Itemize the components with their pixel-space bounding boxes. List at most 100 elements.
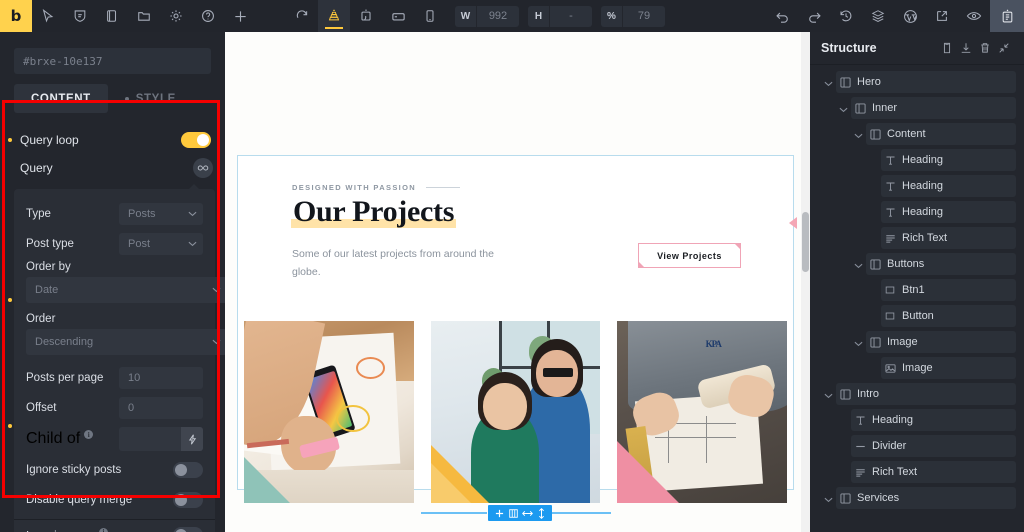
tab-style-label: STYLE (135, 92, 176, 105)
structure-item-btn1[interactable]: Btn1 (881, 279, 1016, 301)
element-id-field[interactable]: #brxe-10e137 (14, 48, 211, 74)
refresh-icon[interactable] (286, 0, 318, 32)
structure-item-heading[interactable]: Heading (881, 149, 1016, 171)
structure-item-rich-text[interactable]: Rich Text (881, 227, 1016, 249)
history-icon[interactable] (830, 0, 862, 32)
structure-item-image[interactable]: Image (866, 331, 1016, 353)
help-icon[interactable] (192, 0, 224, 32)
lightning-icon[interactable] (181, 427, 203, 451)
structure-item-heading[interactable]: Heading (881, 201, 1016, 223)
query-loop-row: Query loop (0, 125, 225, 155)
pages-icon[interactable] (96, 0, 128, 32)
structure-item-divider[interactable]: Divider (851, 435, 1016, 457)
field-is-main-query-toggle[interactable] (173, 527, 203, 532)
theme-icon[interactable] (64, 0, 96, 32)
zoom-field[interactable]: % 79 (601, 5, 665, 27)
app-logo[interactable]: b (0, 0, 32, 32)
field-child-of-value[interactable] (119, 427, 181, 451)
field-child-of-input[interactable] (119, 427, 203, 451)
structure-item-intro[interactable]: Intro (836, 383, 1016, 405)
chevron-down-icon[interactable] (850, 133, 866, 139)
view-projects-button[interactable]: View Projects (638, 243, 741, 268)
field-order-select[interactable]: Descending (26, 329, 225, 355)
undo-icon[interactable] (766, 0, 798, 32)
toolbar-right-tools (766, 0, 1024, 32)
structure-item-heading[interactable]: Heading (851, 409, 1016, 431)
field-ignore-sticky-toggle[interactable] (173, 462, 203, 478)
move-horizontal-icon[interactable] (520, 506, 534, 520)
width-value[interactable]: 992 (477, 6, 519, 27)
hero-subtext[interactable]: Some of our latest projects from around … (292, 245, 507, 282)
query-loop-toggle[interactable] (181, 132, 211, 148)
field-disable-merge-toggle[interactable] (173, 492, 203, 508)
chevron-down-icon[interactable] (850, 263, 866, 269)
chevron-down-icon[interactable] (820, 497, 836, 503)
wordpress-icon[interactable] (894, 0, 926, 32)
layers-icon[interactable] (862, 0, 894, 32)
hero-section[interactable]: DESIGNED WITH PASSION Our Projects Some … (237, 155, 794, 503)
tab-content[interactable]: CONTENT (14, 84, 108, 113)
structure-tree: Hero Inner Content Heading Heading Heading Ric… (810, 65, 1024, 513)
redo-icon[interactable] (798, 0, 830, 32)
collapse-icon[interactable] (994, 39, 1013, 58)
tablet-icon[interactable] (382, 0, 414, 32)
add-element-icon[interactable] (492, 506, 506, 520)
structure-row: Intro (820, 383, 1024, 409)
structure-item-inner[interactable]: Inner (851, 97, 1016, 119)
desktop-icon[interactable] (318, 0, 350, 32)
top-toolbar: b W 992 H - % 79 (0, 0, 1024, 32)
field-offset-input[interactable]: 0 (119, 397, 203, 419)
chevron-down-icon (212, 284, 221, 296)
info-icon[interactable]: i (99, 527, 109, 532)
structure-item-label: Heading (872, 414, 913, 426)
mobile-icon[interactable] (414, 0, 446, 32)
canvas-scrollbar-thumb[interactable] (802, 212, 809, 272)
structure-item-rich-text[interactable]: Rich Text (851, 461, 1016, 483)
structure-item-hero[interactable]: Hero (836, 71, 1016, 93)
chevron-down-icon[interactable] (835, 107, 851, 113)
move-vertical-icon[interactable] (534, 506, 548, 520)
field-order-by-select[interactable]: Date (26, 277, 225, 303)
structure-item-button[interactable]: Button (881, 305, 1016, 327)
infinity-icon[interactable] (193, 158, 213, 178)
project-image-row: KPA (241, 321, 790, 503)
external-link-icon[interactable] (926, 0, 958, 32)
copy-icon[interactable] (937, 39, 956, 58)
folder-icon[interactable] (128, 0, 160, 32)
chevron-down-icon[interactable] (850, 341, 866, 347)
field-posts-per-page-input[interactable]: 10 (119, 367, 203, 389)
structure-item-buttons[interactable]: Buttons (866, 253, 1016, 275)
chevron-down-icon[interactable] (820, 81, 836, 87)
import-icon[interactable] (956, 39, 975, 58)
save-panel-icon[interactable] (990, 0, 1024, 32)
field-type-select[interactable]: Posts (119, 203, 203, 225)
structure-item-image[interactable]: Image (881, 357, 1016, 379)
trash-icon[interactable] (975, 39, 994, 58)
canvas-scrollbar[interactable] (801, 32, 810, 532)
field-post-type-select[interactable]: Post (119, 233, 203, 255)
chevron-down-icon[interactable] (820, 393, 836, 399)
image-desk-phone-sketches[interactable] (244, 321, 414, 503)
structure-item-heading[interactable]: Heading (881, 175, 1016, 197)
structure-item-services[interactable]: Services (836, 487, 1016, 509)
eyebrow-wrap: DESIGNED WITH PASSION (292, 183, 461, 192)
field-is-main-query-row: Is main queryi (14, 520, 215, 532)
image-two-women-laptop[interactable] (430, 321, 601, 503)
page-title[interactable]: Our Projects (291, 195, 457, 229)
tab-style[interactable]: STYLE (108, 84, 193, 113)
height-field[interactable]: H - (528, 5, 592, 27)
duplicate-element-icon[interactable] (506, 506, 520, 520)
structure-row: Btn1 (865, 279, 1024, 305)
info-icon[interactable]: i (84, 430, 94, 440)
laptop-icon[interactable] (350, 0, 382, 32)
height-value[interactable]: - (550, 6, 592, 27)
plus-icon[interactable] (224, 0, 256, 32)
chevron-down-icon (212, 336, 221, 348)
eye-icon[interactable] (958, 0, 990, 32)
zoom-value[interactable]: 79 (623, 6, 665, 27)
cursor-icon[interactable] (32, 0, 64, 32)
structure-item-content[interactable]: Content (866, 123, 1016, 145)
gear-icon[interactable] (160, 0, 192, 32)
image-architect-blueprint[interactable]: KPA (617, 321, 788, 503)
width-field[interactable]: W 992 (455, 5, 519, 27)
